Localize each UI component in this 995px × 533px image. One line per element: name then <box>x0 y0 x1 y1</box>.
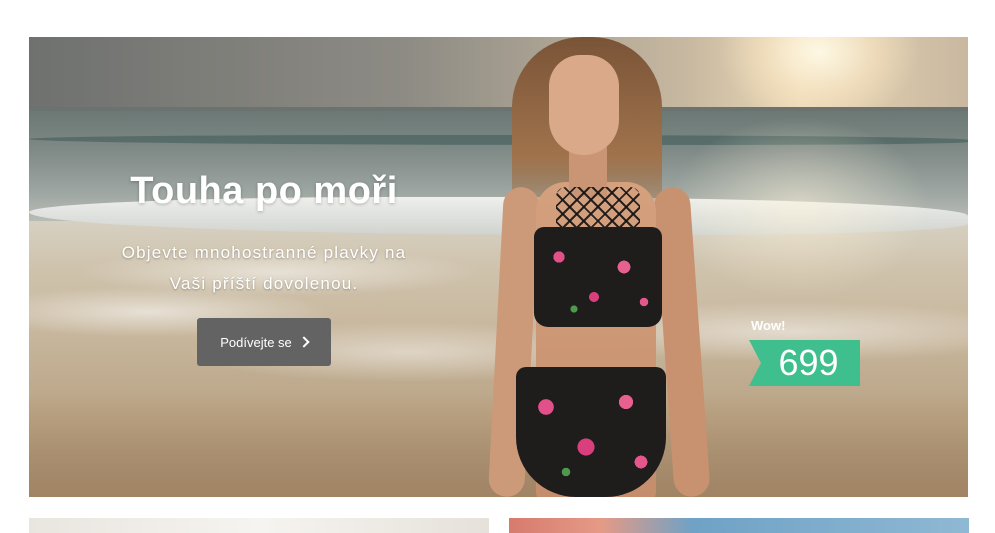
view-button[interactable]: Podívejte se <box>197 318 331 366</box>
price-tag: 699 <box>749 340 860 386</box>
chevron-right-icon <box>298 336 310 348</box>
model-photo <box>487 37 744 497</box>
promo-card-left[interactable] <box>29 518 489 533</box>
promo-card-right[interactable] <box>509 518 969 533</box>
price-value: 699 <box>778 342 839 383</box>
hero-subtitle: Objevte mnohostranné plavky na Vaši příš… <box>121 243 407 293</box>
model-face <box>549 55 619 155</box>
swimsuit-top <box>534 227 662 327</box>
hero-title: Touha po moři <box>130 170 398 212</box>
view-button-label: Podívejte se <box>220 334 292 350</box>
hero-banner[interactable]: Touha po moři Objevte mnohostranné plavk… <box>29 37 968 497</box>
swimsuit-bottom <box>516 367 666 497</box>
wow-label: Wow! <box>751 318 786 333</box>
